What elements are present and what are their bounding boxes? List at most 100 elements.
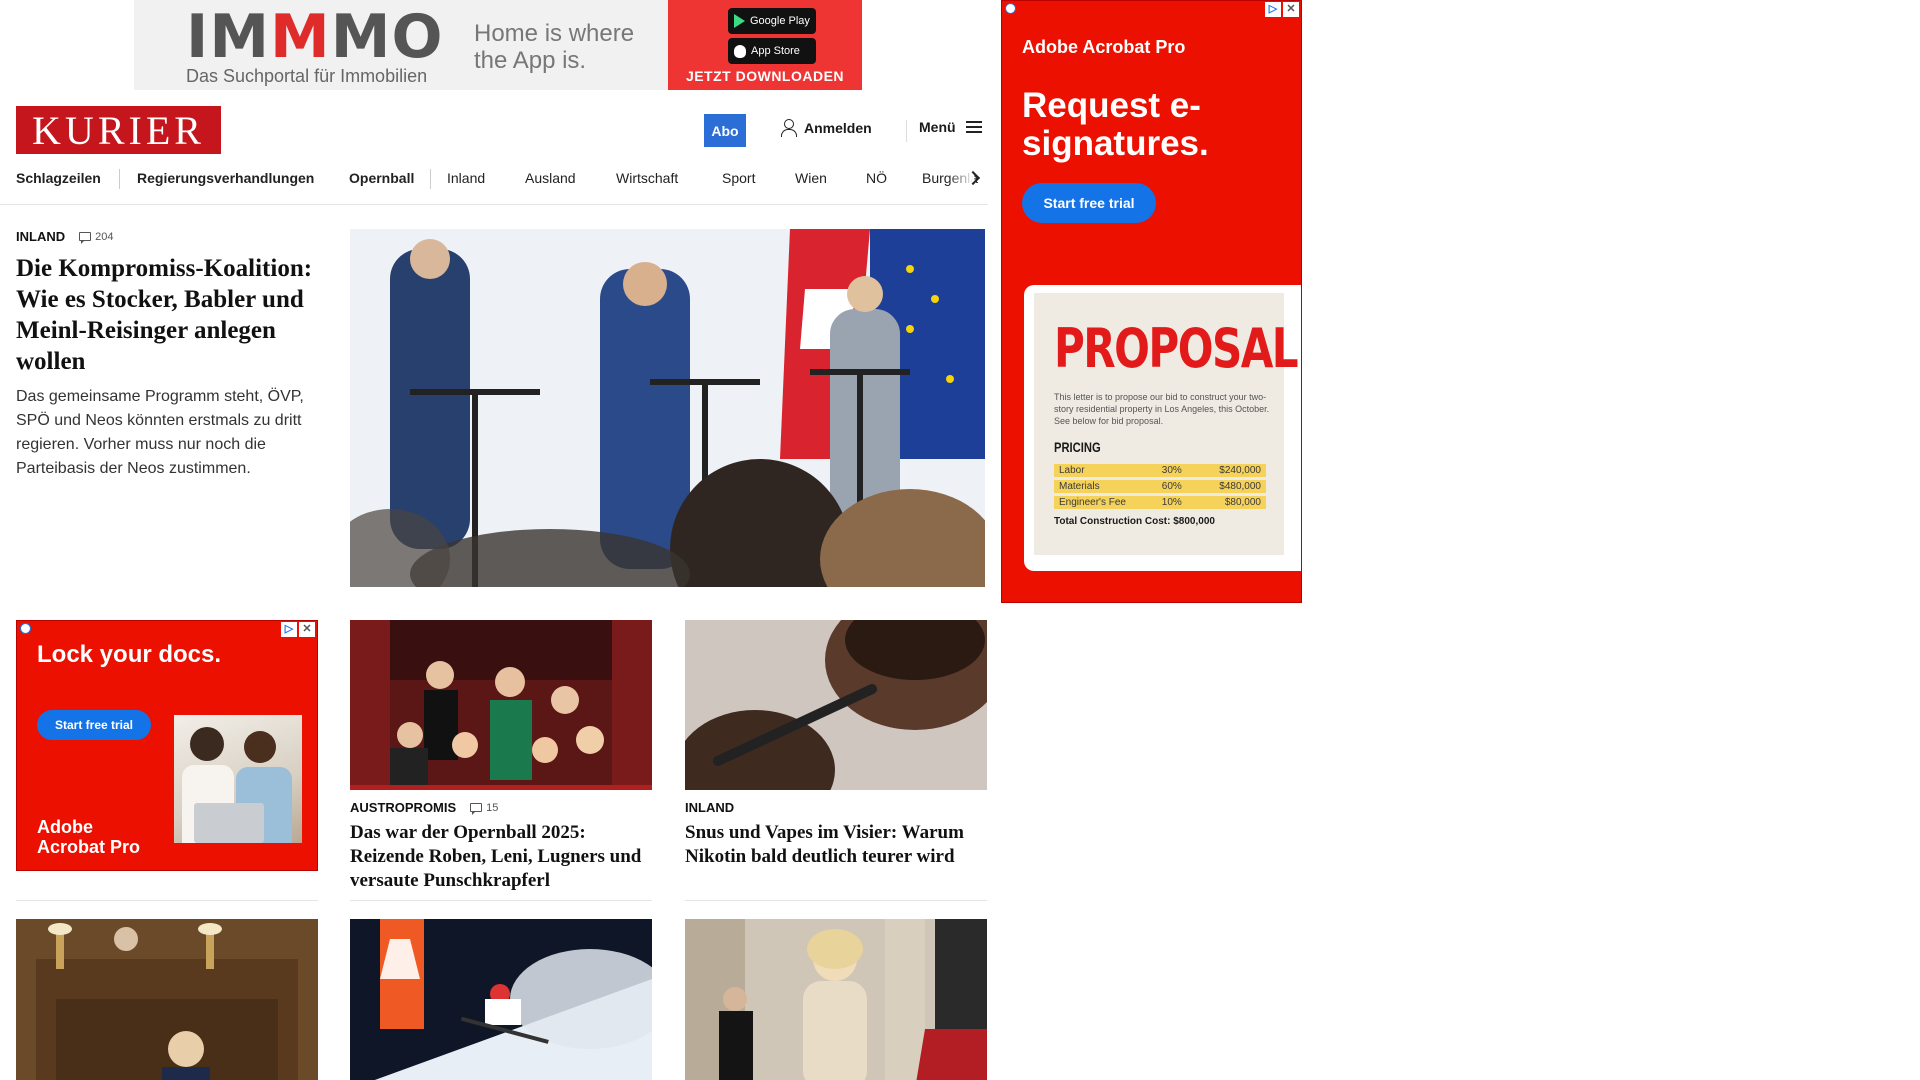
adchoices-icon[interactable]: ▷ [281, 622, 297, 637]
article-image[interactable] [350, 919, 652, 1080]
lead-story[interactable]: INLAND 204 Die Kompromiss-Koalition: Wie… [16, 229, 316, 481]
proposal-title: PROPOSAL [1054, 317, 1299, 380]
mid-ad-brand-line2: Acrobat Pro [37, 837, 141, 857]
menu-button[interactable]: Menü [919, 119, 982, 135]
row-divider [685, 900, 987, 901]
nav-item-ausland[interactable]: Ausland [525, 170, 576, 186]
ski-image [350, 919, 652, 1080]
pricing-amount: $480,000 [1196, 480, 1266, 493]
app-store-label: App Store [751, 45, 800, 57]
row-divider [16, 900, 318, 901]
proposal-document: PROPOSAL This letter is to propose our b… [1034, 293, 1299, 555]
menu-label: Menü [919, 119, 956, 135]
login-label: Anmelden [804, 120, 872, 136]
nav-separator [430, 169, 431, 189]
people-with-laptop-image [174, 715, 302, 843]
nav-separator [119, 169, 120, 189]
article-card[interactable] [350, 919, 652, 1080]
pricing-amount: $240,000 [1196, 464, 1266, 477]
google-play-label: Google Play [750, 15, 810, 27]
pricing-row: Engineer's Fee 10% $80,000 [1054, 496, 1266, 509]
opernball-image [350, 620, 652, 790]
pricing-item: Materials [1054, 480, 1157, 493]
article-image[interactable] [685, 620, 987, 790]
pricing-pct: 60% [1156, 480, 1197, 493]
top-ad-banner[interactable]: IMMMO Das Suchportal für Immobilien Home… [134, 0, 862, 90]
nav-item-opernball[interactable]: Opernball [349, 170, 414, 186]
card-category[interactable]: AUSTROPROMIS [350, 800, 456, 815]
download-label[interactable]: JETZT DOWNLOADEN [668, 68, 862, 84]
card-headline[interactable]: Das war der Opernball 2025: Reizende Rob… [350, 821, 652, 893]
nav-item-inland[interactable]: Inland [447, 170, 485, 186]
lead-kicker: INLAND 204 [16, 229, 316, 244]
close-icon[interactable]: ✕ [1283, 2, 1299, 17]
google-play-button[interactable]: Google Play [728, 8, 816, 34]
comment-icon [79, 232, 92, 244]
article-card[interactable]: INLAND Snus und Vapes im Visier: Warum N… [685, 620, 987, 869]
login-button[interactable]: Anmelden [780, 119, 872, 137]
pricing-label: PRICING [1054, 439, 1101, 455]
lead-category[interactable]: INLAND [16, 229, 65, 244]
nav-item-wirtschaft[interactable]: Wirtschaft [616, 170, 678, 186]
ad-info-icon[interactable] [20, 623, 31, 634]
nav-item-noe[interactable]: NÖ [866, 170, 887, 186]
mid-ad-cta-button[interactable]: Start free trial [37, 710, 151, 740]
mid-ad-brand: Adobe Acrobat Pro [37, 817, 140, 857]
comment-count: 15 [486, 801, 499, 814]
apple-icon [734, 44, 746, 58]
article-card[interactable] [16, 919, 318, 1080]
header-divider [906, 120, 907, 142]
pricing-pct: 10% [1156, 496, 1197, 509]
article-image[interactable] [685, 919, 987, 1080]
immmo-subtitle: Das Suchportal für Immobilien [186, 66, 428, 86]
parliament-image [16, 919, 318, 1080]
row-divider [350, 900, 652, 901]
immmo-logo: IMMMO [186, 2, 444, 72]
download-panel[interactable]: Google Play App Store JETZT DOWNLOADEN [668, 0, 862, 90]
ad-info-icon[interactable] [1005, 3, 1016, 14]
laptop-illustration: PROPOSAL This letter is to propose our b… [1024, 285, 1301, 571]
abo-button[interactable]: Abo [704, 114, 746, 147]
article-image[interactable] [350, 620, 652, 790]
adobe-side-ad[interactable]: ▷ ✕ Adobe Acrobat Pro Request e-signatur… [1001, 0, 1302, 603]
lead-photo[interactable] [350, 229, 985, 587]
lead-teaser: Das gemeinsame Programm steht, ÖVP, SPÖ … [16, 388, 304, 477]
press-conference-image [350, 229, 985, 587]
proposal-letter: This letter is to propose our bid to con… [1054, 392, 1270, 426]
article-card[interactable] [685, 919, 987, 1080]
card-kicker: AUSTROPROMIS 15 [350, 800, 652, 815]
pricing-amount: $80,000 [1196, 496, 1266, 509]
adobe-inline-ad[interactable]: ▷ ✕ Lock your docs. Start free trial Ado… [16, 620, 318, 871]
card-comment-count[interactable]: 15 [470, 801, 499, 815]
card-headline[interactable]: Snus und Vapes im Visier: Warum Nikotin … [685, 821, 987, 869]
nav-item-sport[interactable]: Sport [722, 170, 755, 186]
adchoices-icon[interactable]: ▷ [1265, 2, 1281, 17]
kurier-logo[interactable]: KURIER [16, 106, 221, 154]
app-store-button[interactable]: App Store [728, 38, 816, 64]
comment-count: 204 [95, 230, 114, 243]
pricing-item: Engineer's Fee [1054, 496, 1157, 509]
hamburger-icon [965, 121, 982, 133]
comment-icon [470, 803, 483, 815]
article-card[interactable]: AUSTROPROMIS 15 Das war der Opernball 20… [350, 620, 652, 893]
ad-badges: ▷ ✕ [281, 622, 315, 637]
pricing-item: Labor [1054, 464, 1157, 477]
pricing-pct: 30% [1156, 464, 1197, 477]
user-icon [780, 119, 797, 137]
nav-item-regierungsverhandlungen[interactable]: Regierungsverhandlungen [137, 170, 314, 186]
lead-comment-count[interactable]: 204 [79, 230, 114, 244]
nav-item-schlagzeilen[interactable]: Schlagzeilen [16, 170, 101, 186]
pricing-table: Labor 30% $240,000 Materials 60% $480,00… [1054, 461, 1266, 512]
article-image[interactable] [16, 919, 318, 1080]
pricing-row: Materials 60% $480,000 [1054, 480, 1266, 493]
adobe-brand: Adobe Acrobat Pro [1022, 37, 1186, 57]
immmo-brand: IMMMO Das Suchportal für Immobilien [134, 0, 444, 90]
close-icon[interactable]: ✕ [299, 622, 315, 637]
mid-ad-brand-line1: Adobe [37, 817, 93, 837]
nav-item-wien[interactable]: Wien [795, 170, 827, 186]
immmo-tagline: Home is where the App is. [474, 20, 635, 74]
card-category[interactable]: INLAND [685, 800, 734, 815]
pricing-row: Labor 30% $240,000 [1054, 464, 1266, 477]
side-ad-cta-button[interactable]: Start free trial [1022, 183, 1156, 223]
lead-headline[interactable]: Die Kompromiss-Koalition: Wie es Stocker… [16, 253, 316, 377]
